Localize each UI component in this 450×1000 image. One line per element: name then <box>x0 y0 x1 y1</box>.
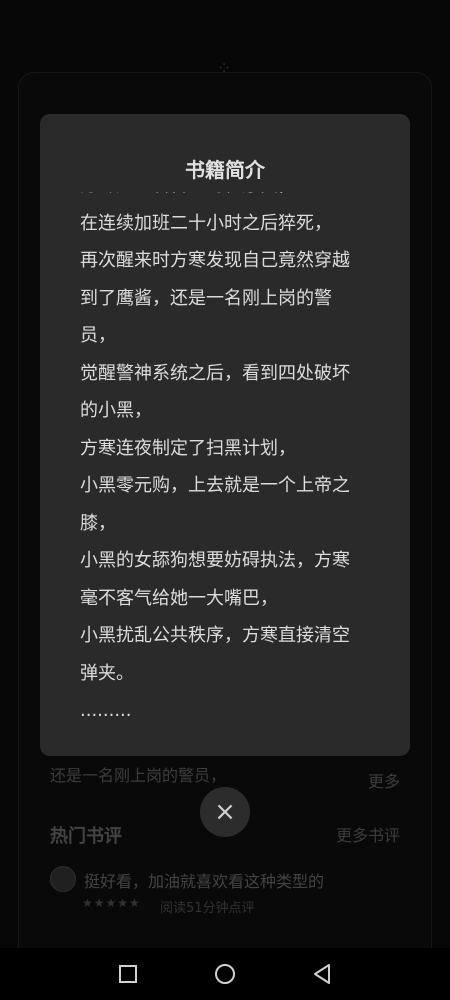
intro-line: 员， <box>80 325 116 346</box>
intro-line: ......... <box>80 700 132 721</box>
intro-text: 方寒是一名普通的程序员， 在连续加班二十小时之后猝死， 再次醒来时方寒发现自己竟… <box>80 192 380 722</box>
square-icon <box>119 965 138 983</box>
intro-line: 在连续加班二十小时之后猝死， <box>80 212 332 234</box>
back-button[interactable] <box>302 954 342 994</box>
intro-line: 的小黑， <box>80 400 152 421</box>
system-nav-bar <box>0 948 450 1000</box>
intro-line: 小黑零元购，上去就是一个上帝之 <box>80 475 350 496</box>
recents-button[interactable] <box>108 954 148 994</box>
intro-line: 觉醒警神系统之后，看到四处破坏 <box>80 362 350 384</box>
modal-title: 书籍简介 <box>185 158 265 182</box>
intro-line: 到了鹰酱，还是一名刚上岗的警 <box>80 287 332 309</box>
home-button[interactable] <box>205 954 245 994</box>
intro-line: 再次醒来时方寒发现自己竟然穿越 <box>80 250 350 271</box>
circle-icon <box>214 964 235 984</box>
intro-line: 方寒连夜制定了扫黑计划， <box>80 437 296 459</box>
close-button[interactable]: × <box>200 787 250 837</box>
intro-line: 方寒是一名普通的程序员， <box>80 192 380 205</box>
close-icon: × <box>214 797 236 827</box>
modal-body-scroll[interactable]: 方寒是一名普通的程序员， 在连续加班二十小时之后猝死， 再次醒来时方寒发现自己竟… <box>80 192 380 722</box>
intro-line: 小黑扰乱公共秩序，方寒直接清空 <box>80 625 350 646</box>
intro-line: 弹夹。 <box>80 662 134 684</box>
intro-line: 小黑的女舔狗想要妨碍执法，方寒 <box>80 550 350 571</box>
intro-line: 毫不客气给她一大嘴巴， <box>80 587 278 609</box>
book-intro-modal: 书籍简介 方寒是一名普通的程序员， 在连续加班二十小时之后猝死， 再次醒来时方寒… <box>40 114 410 756</box>
triangle-back-icon <box>313 964 330 984</box>
intro-line: 膝， <box>80 512 116 534</box>
